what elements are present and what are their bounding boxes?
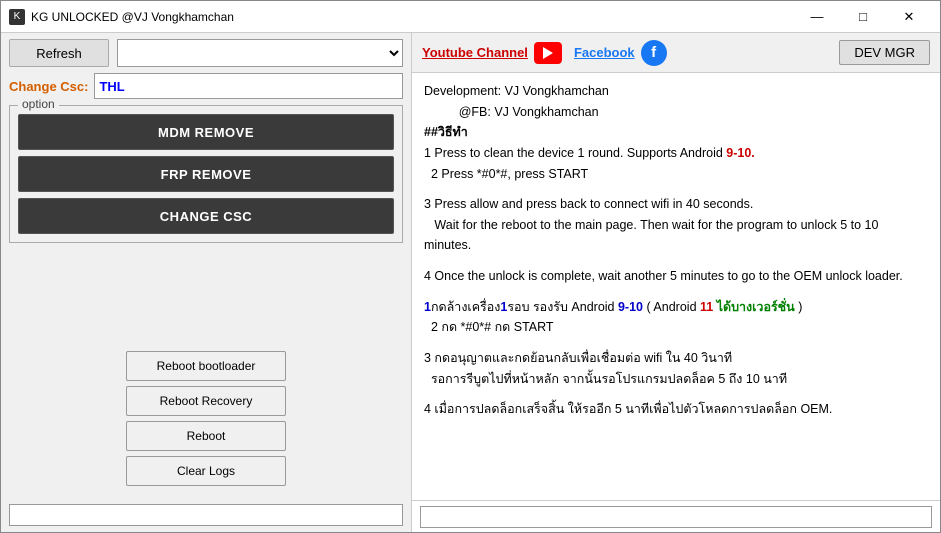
facebook-icon: f	[641, 40, 667, 66]
clear-logs-button[interactable]: Clear Logs	[126, 456, 286, 486]
right-panel: Youtube Channel Facebook f DEV MGR Devel…	[411, 33, 940, 532]
left-panel: Refresh Change Csc: option MDM REMOVE FR…	[1, 33, 411, 532]
window-controls: — □ ✕	[794, 1, 932, 33]
content-line-thai6	[424, 389, 928, 399]
window-title: KG UNLOCKED @VJ Vongkhamchan	[31, 10, 234, 24]
content-line-1: Development: VJ Vongkhamchan	[424, 81, 928, 102]
csc-label: Change Csc:	[9, 79, 88, 94]
content-line-9	[424, 256, 928, 266]
content-line-10: 4 Once the unlock is complete, wait anot…	[424, 266, 928, 287]
change-csc-button[interactable]: CHANGE CSC	[18, 198, 394, 234]
right-bottom-bar	[412, 500, 940, 532]
content-line-4: 1 Press to clean the device 1 round. Sup…	[424, 143, 928, 164]
content-line-thai1: 1กดล้างเครื่อง1รอบ รองรับ Android 9-10 (…	[424, 297, 928, 318]
content-line-thai4: 3 กดอนุญาตและกดย้อนกลับเพื่อเชื่อมต่อ wi…	[424, 348, 928, 369]
content-line-thai7: 4 เมื่อการปลดล็อกเสร็จสิ้น ให้รออีก 5 นา…	[424, 399, 928, 420]
reboot-button[interactable]: Reboot	[126, 421, 286, 451]
dev-mgr-button[interactable]: DEV MGR	[839, 40, 930, 65]
frp-remove-button[interactable]: FRP REMOVE	[18, 156, 394, 192]
youtube-link[interactable]: Youtube Channel	[422, 45, 528, 60]
right-content-area: Development: VJ Vongkhamchan @FB: VJ Von…	[412, 73, 940, 500]
content-line-thai5: รอการรีบูตไปที่หน้าหลัก จากนั้นรอโปรแกรม…	[424, 369, 928, 390]
youtube-icon	[534, 42, 562, 64]
content-line-thai3	[424, 338, 928, 348]
content-line-8: Wait for the reboot to the main page. Th…	[424, 215, 928, 256]
title-bar: K KG UNLOCKED @VJ Vongkhamchan — □ ✕	[1, 1, 940, 33]
content-line-5: 2 Press *#0*#, press START	[424, 164, 928, 185]
right-progress-bar	[420, 506, 932, 528]
device-dropdown[interactable]	[117, 39, 403, 67]
app-icon: K	[9, 9, 25, 25]
option-group: option MDM REMOVE FRP REMOVE CHANGE CSC	[9, 105, 403, 243]
content-line-6	[424, 184, 928, 194]
refresh-row: Refresh	[9, 39, 403, 67]
content-line-thai2: 2 กด *#0*# กด START	[424, 317, 928, 338]
close-button[interactable]: ✕	[886, 1, 932, 33]
reboot-bootloader-button[interactable]: Reboot bootloader	[126, 351, 286, 381]
youtube-play-icon	[543, 47, 553, 59]
minimize-button[interactable]: —	[794, 1, 840, 33]
mdm-remove-button[interactable]: MDM REMOVE	[18, 114, 394, 150]
content-line-3: ##วิธีทำ	[424, 122, 928, 143]
maximize-button[interactable]: □	[840, 1, 886, 33]
csc-input[interactable]	[94, 73, 403, 99]
content-line-2: @FB: VJ Vongkhamchan	[424, 102, 928, 123]
top-links-bar: Youtube Channel Facebook f DEV MGR	[412, 33, 940, 73]
reboot-recovery-button[interactable]: Reboot Recovery	[126, 386, 286, 416]
content-line-11	[424, 287, 928, 297]
title-bar-left: K KG UNLOCKED @VJ Vongkhamchan	[9, 9, 234, 25]
bottom-buttons: Reboot bootloader Reboot Recovery Reboot…	[9, 351, 403, 494]
left-progress-bar	[9, 504, 403, 526]
refresh-button[interactable]: Refresh	[9, 39, 109, 67]
content-line-7: 3 Press allow and press back to connect …	[424, 194, 928, 215]
facebook-link[interactable]: Facebook	[574, 45, 635, 60]
csc-row: Change Csc:	[9, 73, 403, 99]
option-legend: option	[18, 97, 59, 111]
